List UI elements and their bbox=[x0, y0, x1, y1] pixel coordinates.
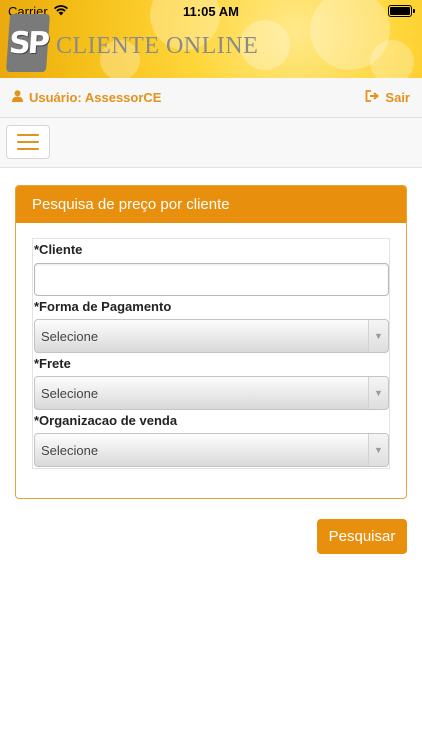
panel-title: Pesquisa de preço por cliente bbox=[16, 186, 406, 223]
user-info: Usuário: AssessorCE bbox=[12, 90, 161, 105]
search-button[interactable]: Pesquisar bbox=[317, 519, 407, 554]
organizacao-venda-select[interactable]: Selecione ▼ bbox=[34, 433, 389, 467]
hamburger-menu-icon-bar bbox=[17, 141, 39, 143]
navbar bbox=[0, 118, 422, 168]
hamburger-menu-button[interactable] bbox=[6, 125, 50, 159]
user-bar: Usuário: AssessorCE Sair bbox=[0, 78, 422, 118]
caret-down-icon: ▼ bbox=[368, 434, 388, 466]
organizacao-venda-selected: Selecione bbox=[41, 442, 99, 458]
logo-mark: SP bbox=[5, 14, 51, 72]
organizacao-venda-label: *Organizacao de venda bbox=[34, 413, 178, 428]
app-header-banner: Carrier 11:05 AM SP CLIENTE ONLINE bbox=[0, 0, 422, 78]
cliente-label: *Cliente bbox=[34, 242, 83, 257]
logout-link[interactable]: Sair bbox=[365, 90, 410, 105]
user-label: Usuário: AssessorCE bbox=[29, 90, 162, 105]
brand-logo: SP CLIENTE ONLINE bbox=[5, 14, 259, 72]
frete-select[interactable]: Selecione ▼ bbox=[34, 376, 389, 410]
frete-selected: Selecione bbox=[41, 385, 99, 401]
frete-label: *Frete bbox=[34, 356, 71, 371]
decorative-bubble bbox=[370, 40, 414, 78]
sign-out-icon bbox=[365, 90, 380, 105]
caret-down-icon: ▼ bbox=[368, 320, 388, 352]
battery-icon bbox=[388, 5, 415, 17]
forma-pagamento-label: *Forma de Pagamento bbox=[34, 299, 172, 314]
forma-pagamento-selected: Selecione bbox=[41, 328, 99, 344]
hamburger-menu-icon-bar bbox=[17, 148, 39, 150]
user-icon bbox=[12, 90, 23, 105]
forma-pagamento-select[interactable]: Selecione ▼ bbox=[34, 319, 389, 353]
brand-name: CLIENTE ONLINE bbox=[56, 32, 259, 59]
search-panel: Pesquisa de preço por cliente *Cliente *… bbox=[15, 185, 407, 499]
search-form: *Cliente *Forma de Pagamento Selecione ▼… bbox=[32, 238, 390, 469]
cliente-input[interactable] bbox=[34, 263, 389, 296]
hamburger-menu-icon-bar bbox=[17, 134, 39, 136]
logout-label: Sair bbox=[385, 90, 410, 105]
caret-down-icon: ▼ bbox=[368, 377, 388, 409]
